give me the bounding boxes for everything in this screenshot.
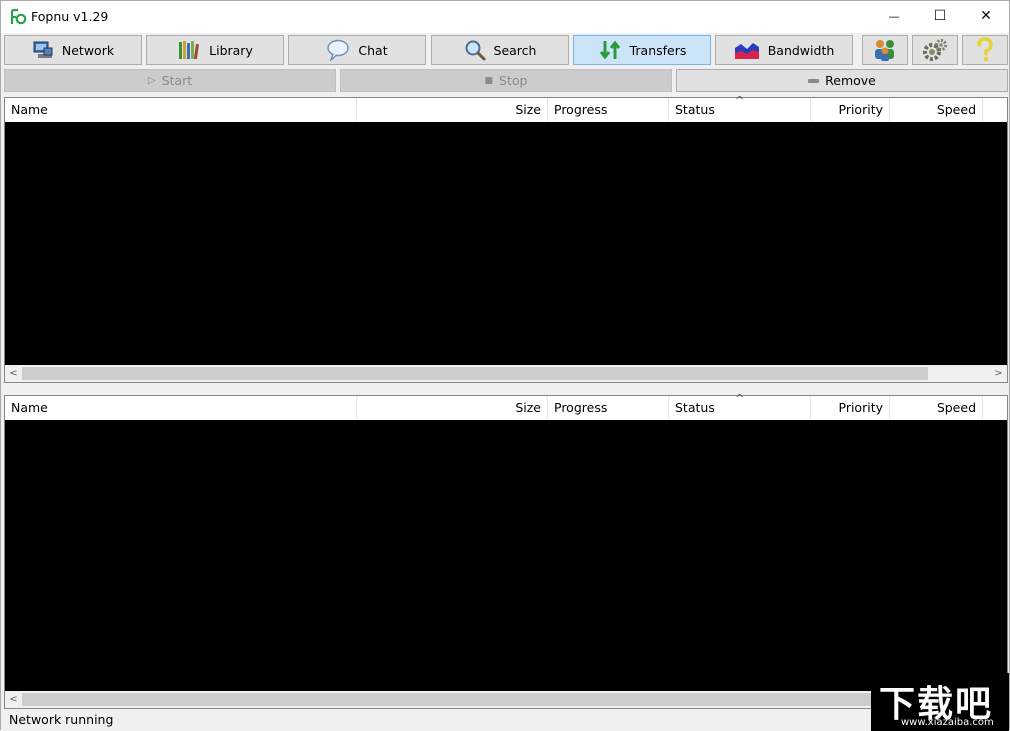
- sort-caret-icon: ^: [735, 392, 745, 405]
- column-progress[interactable]: Progress: [548, 396, 669, 420]
- users-button[interactable]: [862, 35, 908, 65]
- upper-list-header: Name Size Progress Status ^ Priority Spe…: [5, 94, 1007, 122]
- column-status-label: Status: [675, 102, 715, 117]
- network-label: Network: [61, 42, 115, 58]
- remove-label: Remove: [825, 73, 876, 88]
- minimize-icon: —: [888, 9, 900, 23]
- gears-icon: [923, 39, 947, 61]
- column-progress[interactable]: Progress: [548, 98, 669, 122]
- lower-list-header: Name Size Progress Status ^ Priority Spe…: [5, 392, 1007, 420]
- scroll-left-icon[interactable]: <: [5, 365, 22, 382]
- close-icon: ✕: [980, 8, 992, 24]
- library-label: Library: [209, 42, 253, 58]
- question-icon: [977, 37, 993, 62]
- app-window: Fopnu v1.29 — ☐ ✕ Network Library Chat S…: [0, 0, 1010, 731]
- upper-transfer-list[interactable]: Name Size Progress Status ^ Priority Spe…: [4, 94, 1008, 383]
- search-button[interactable]: Search: [431, 35, 569, 65]
- speech-bubble-icon: [327, 39, 350, 61]
- minus-icon: [808, 78, 820, 83]
- bandwidth-button[interactable]: Bandwidth: [715, 35, 853, 65]
- start-label: Start: [161, 73, 193, 88]
- scroll-thumb[interactable]: [22, 367, 928, 380]
- status-text: Network running: [9, 712, 114, 727]
- help-button[interactable]: [962, 35, 1008, 65]
- settings-button[interactable]: [912, 35, 958, 65]
- close-button[interactable]: ✕: [963, 1, 1009, 31]
- column-name[interactable]: Name: [5, 98, 357, 122]
- column-speed[interactable]: Speed: [890, 396, 983, 420]
- column-status-label: Status: [675, 400, 715, 415]
- magnifier-icon: [465, 40, 486, 61]
- stop-icon: ■: [484, 75, 494, 86]
- bandwidth-graph-icon: [734, 43, 759, 59]
- bandwidth-label: Bandwidth: [767, 42, 835, 58]
- column-priority[interactable]: Priority: [811, 98, 890, 122]
- column-size[interactable]: Size: [357, 98, 548, 122]
- users-icon: [875, 40, 894, 61]
- column-priority[interactable]: Priority: [811, 396, 890, 420]
- scroll-right-icon[interactable]: >: [990, 365, 1007, 382]
- start-button[interactable]: ▷ Start: [4, 69, 336, 92]
- maximize-button[interactable]: ☐: [917, 1, 963, 31]
- transfers-button[interactable]: Transfers: [573, 35, 711, 65]
- status-bar: Network running: [1, 709, 1009, 730]
- library-button[interactable]: Library: [146, 35, 284, 65]
- network-computer-icon: [33, 41, 53, 58]
- fopnu-logo-icon: [10, 8, 27, 25]
- maximize-icon: ☐: [933, 8, 947, 24]
- transfers-label: Transfers: [629, 42, 687, 58]
- minimize-button[interactable]: —: [871, 1, 917, 31]
- window-title: Fopnu v1.29: [31, 9, 109, 24]
- stop-button[interactable]: ■ Stop: [340, 69, 672, 92]
- remove-button[interactable]: Remove: [676, 69, 1008, 92]
- main-toolbar: Network Library Chat Search Transfers Ba…: [1, 34, 1009, 67]
- column-name[interactable]: Name: [5, 396, 357, 420]
- lower-transfer-list[interactable]: Name Size Progress Status ^ Priority Spe…: [4, 392, 1008, 709]
- scroll-left-icon[interactable]: <: [5, 691, 22, 708]
- chat-button[interactable]: Chat: [288, 35, 426, 65]
- sort-caret-icon: ^: [735, 94, 745, 107]
- column-speed[interactable]: Speed: [890, 98, 983, 122]
- lower-horizontal-scrollbar[interactable]: <: [5, 691, 1007, 708]
- scroll-thumb[interactable]: [22, 693, 928, 706]
- network-button[interactable]: Network: [4, 35, 142, 65]
- play-icon: ▷: [147, 75, 156, 86]
- column-status[interactable]: Status ^: [669, 94, 811, 122]
- column-size[interactable]: Size: [357, 396, 548, 420]
- stop-label: Stop: [499, 73, 528, 88]
- title-bar: Fopnu v1.29 — ☐ ✕: [1, 1, 1009, 33]
- action-bar: ▷ Start ■ Stop Remove: [1, 68, 1009, 94]
- books-icon: [179, 41, 200, 60]
- watermark-url: www.xiazaiba.com: [901, 717, 994, 728]
- transfer-arrows-icon: [599, 40, 620, 60]
- column-status[interactable]: Status ^: [669, 392, 811, 420]
- search-label: Search: [493, 42, 537, 58]
- upper-horizontal-scrollbar[interactable]: < >: [5, 365, 1007, 382]
- watermark-logo: 下载吧 www.xiazaiba.com: [871, 673, 1009, 731]
- chat-label: Chat: [358, 42, 388, 58]
